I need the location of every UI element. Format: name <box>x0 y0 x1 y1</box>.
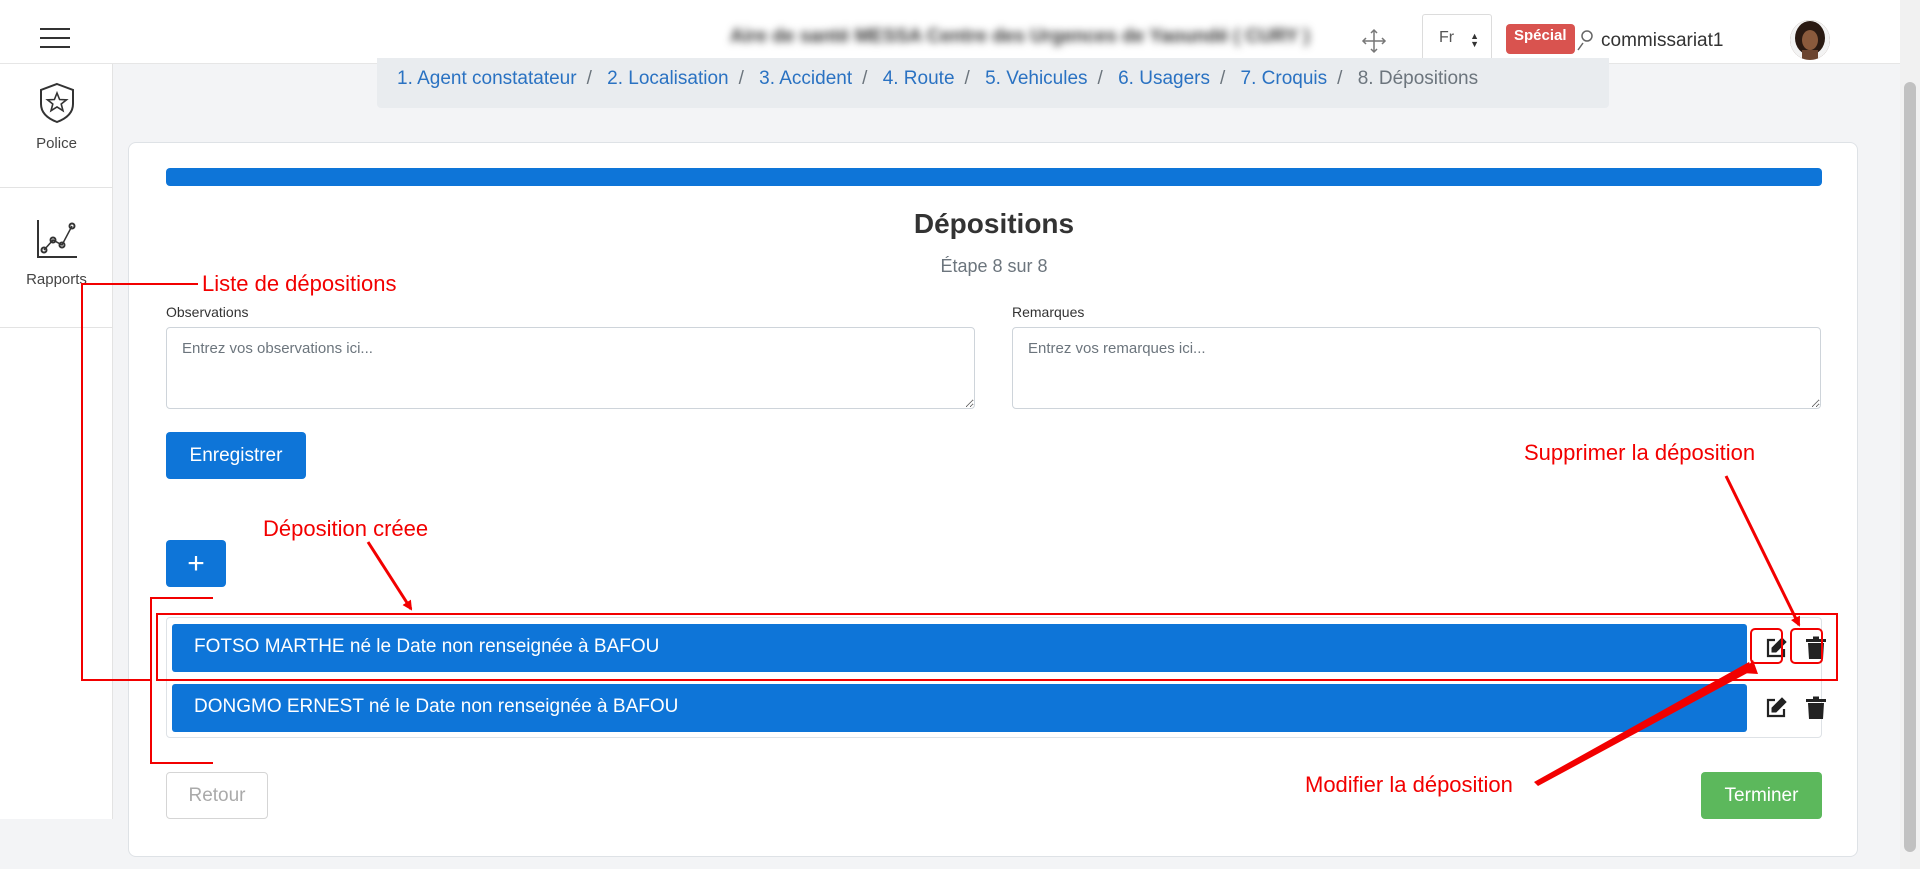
avatar[interactable] <box>1790 20 1830 60</box>
edit-icon[interactable] <box>1763 635 1789 661</box>
breadcrumb-separator: / <box>862 68 868 89</box>
user-icon <box>1577 30 1593 51</box>
sidebar-item-police[interactable]: Police <box>0 64 113 188</box>
username[interactable]: commissariat1 <box>1601 30 1723 52</box>
save-button[interactable]: Enregistrer <box>166 432 306 479</box>
edit-icon[interactable] <box>1763 695 1789 721</box>
step-7-link[interactable]: 7. Croquis <box>1241 68 1328 89</box>
list-item: FOTSO MARTHE né le Date non renseignée à… <box>172 624 1826 672</box>
step-8-current: 8. Dépositions <box>1357 68 1479 89</box>
annotation-delete-label: Supprimer la déposition <box>1524 440 1756 465</box>
breadcrumb-separator: / <box>586 68 592 89</box>
sidebar-item-label: Police <box>36 135 77 152</box>
special-badge: Spécial <box>1506 24 1575 54</box>
select-arrows-icon: ▲ ▼ <box>1470 31 1479 49</box>
step-2-link[interactable]: 2. Localisation <box>607 68 728 89</box>
avatar-image-icon <box>1790 20 1830 60</box>
hamburger-menu-icon[interactable] <box>40 28 70 50</box>
step-4-link[interactable]: 4. Route <box>883 68 955 89</box>
breadcrumb-separator: / <box>1337 68 1343 89</box>
move-arrows-icon[interactable] <box>1361 28 1387 54</box>
trash-icon[interactable] <box>1803 635 1829 661</box>
list-item: DONGMO ERNEST né le Date non renseignée … <box>172 684 1826 732</box>
page-title: Dépositions <box>913 208 1075 239</box>
step-1-link[interactable]: 1. Agent constatateur <box>397 68 577 89</box>
deposition-item[interactable]: DONGMO ERNEST né le Date non renseignée … <box>172 684 1747 732</box>
trash-icon[interactable] <box>1803 695 1829 721</box>
sidebar: Police Rapports <box>0 64 113 819</box>
language-select[interactable]: Fr ▲ ▼ <box>1422 14 1492 62</box>
sidebar-item-rapports[interactable]: Rapports <box>0 188 113 328</box>
step-3-link[interactable]: 3. Accident <box>759 68 852 89</box>
progress-bar-fill <box>166 168 1822 186</box>
step-breadcrumb: 1. Agent constatateur/ 2. Localisation / … <box>377 58 1609 108</box>
top-bar: Aire de santé MESSA Centre des Urgences … <box>0 0 1900 64</box>
police-star-badge-icon <box>39 82 74 124</box>
deposition-list: FOTSO MARTHE né le Date non renseignée à… <box>166 617 1826 738</box>
step-5-link[interactable]: 5. Vehicules <box>985 68 1087 89</box>
remarques-textarea[interactable] <box>1012 327 1821 409</box>
form-card <box>128 142 1858 857</box>
breadcrumb-separator: / <box>738 68 744 89</box>
deposition-item[interactable]: FOTSO MARTHE né le Date non renseignée à… <box>172 624 1747 672</box>
breadcrumb-separator: / <box>1097 68 1103 89</box>
scrollbar[interactable] <box>1900 0 1920 869</box>
breadcrumb-separator: / <box>964 68 970 89</box>
progress-bar <box>166 168 1822 186</box>
observations-textarea[interactable] <box>166 327 975 409</box>
step-6-link[interactable]: 6. Usagers <box>1118 68 1210 89</box>
remarques-label: Remarques <box>1012 304 1085 320</box>
site-name: Aire de santé MESSA Centre des Urgences … <box>730 26 1310 47</box>
breadcrumb-separator: / <box>1219 68 1226 89</box>
step-indicator: Étape 8 sur 8 <box>940 256 1048 276</box>
add-deposition-button[interactable]: + <box>166 540 226 587</box>
sidebar-item-label: Rapports <box>26 271 87 288</box>
finish-button[interactable]: Terminer <box>1701 772 1822 819</box>
annotation-list-label: Liste de dépositions <box>202 271 397 296</box>
back-button: Retour <box>166 772 268 819</box>
scrollbar-thumb[interactable] <box>1904 82 1916 852</box>
annotation-created-label: Déposition créee <box>263 516 429 541</box>
observations-label: Observations <box>166 304 249 320</box>
annotation-edit-label: Modifier la déposition <box>1305 772 1513 797</box>
language-value: Fr <box>1439 29 1455 46</box>
line-chart-icon <box>36 220 77 258</box>
